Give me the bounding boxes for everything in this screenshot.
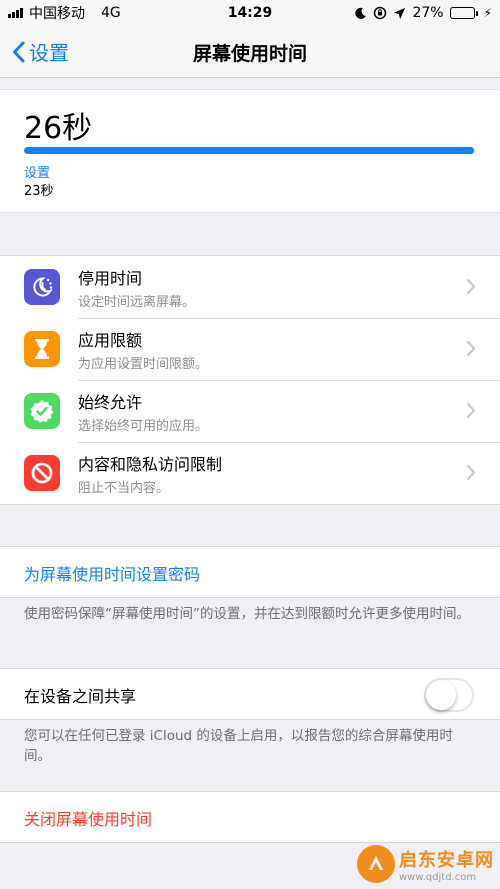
checkmark-badge-icon [24, 393, 60, 429]
watermark-text: 启东安卓网 www.qdjtd.com [399, 846, 494, 883]
menu-item-content-privacy[interactable]: 内容和隐私访问限制 阻止不当内容。 [0, 442, 500, 504]
menu-item-subtitle: 选择始终可用的应用。 [78, 419, 209, 434]
menu-item-title: 始终允许 [78, 393, 143, 412]
carrier-name: 中国移动 [29, 6, 85, 22]
battery-icon [449, 7, 478, 19]
menu-item-subtitle: 阻止不当内容。 [78, 481, 170, 496]
usage-category-label: 设置 [24, 166, 51, 181]
chevron-right-icon [466, 464, 476, 481]
menu-item-title: 停用时间 [78, 269, 143, 288]
navigation-bar: 设置 屏幕使用时间 [0, 26, 500, 78]
menu-item-downtime[interactable]: 停用时间 设定时间远离屏幕。 [0, 256, 500, 318]
status-bar: 中国移动 4G 14:29 27% ⚡ [0, 0, 500, 26]
menu-item-title: 应用限额 [78, 331, 143, 350]
chevron-right-icon [466, 402, 476, 419]
share-devices-label: 在设备之间共享 [24, 687, 137, 706]
watermark-url: www.qdjtd.com [399, 871, 477, 883]
watermark-logo-icon [357, 845, 395, 883]
charging-bolt-icon: ⚡ [483, 6, 492, 20]
set-passcode-link[interactable]: 为屏幕使用时间设置密码 [24, 561, 200, 585]
network-type: 4G [101, 5, 121, 21]
menu-item-title: 内容和隐私访问限制 [78, 455, 223, 474]
status-left: 中国移动 4G [8, 3, 121, 23]
chevron-right-icon [466, 340, 476, 357]
page-title: 屏幕使用时间 [192, 43, 307, 65]
menu-item-subtitle: 设定时间远离屏幕。 [78, 295, 196, 310]
status-right: 27% ⚡ [354, 5, 492, 21]
watermark: 启东安卓网 www.qdjtd.com [357, 845, 494, 883]
usage-total-time: 26秒 [24, 111, 93, 146]
usage-summary-card[interactable]: 26秒 [0, 89, 500, 213]
battery-percent: 27% [412, 5, 444, 21]
menu-item-app-limits[interactable]: 应用限额 为应用设置时间限额。 [0, 318, 500, 380]
orientation-lock-icon [374, 6, 387, 20]
usage-progress-fill [24, 147, 474, 154]
passcode-cell[interactable]: 为屏幕使用时间设置密码 [0, 546, 500, 598]
usage-category-time: 23秒 [24, 184, 54, 199]
downtime-icon [24, 269, 60, 305]
usage-progress-bar [24, 147, 476, 154]
watermark-name: 启东安卓网 [399, 849, 494, 871]
do-not-disturb-icon [355, 7, 367, 19]
passcode-footnote: 使用密码保障“屏幕使用时间”的设置，并在达到限额时允许更多使用时间。 [24, 606, 470, 622]
cellular-signal-icon [8, 8, 23, 18]
hourglass-icon [24, 331, 60, 367]
location-icon [394, 7, 406, 19]
chevron-right-icon [466, 278, 476, 295]
menu-item-subtitle: 为应用设置时间限额。 [78, 357, 209, 372]
features-list: 停用时间 设定时间远离屏幕。 应用限额 为应用设置时间限额。 始终允许 选择始终… [0, 255, 500, 505]
no-entry-icon [24, 455, 60, 491]
share-devices-cell: 在设备之间共享 [0, 668, 500, 720]
share-footnote: 您可以在任何已登录 iCloud 的设备上启用，以报告您的综合屏幕使用时间。 [24, 728, 453, 764]
turn-off-screen-time-button[interactable]: 关闭屏幕使用时间 [24, 806, 152, 830]
menu-item-always-allowed[interactable]: 始终允许 选择始终可用的应用。 [0, 380, 500, 442]
toggle-knob [426, 680, 456, 710]
turn-off-cell[interactable]: 关闭屏幕使用时间 [0, 791, 500, 843]
share-devices-toggle[interactable] [424, 678, 474, 712]
